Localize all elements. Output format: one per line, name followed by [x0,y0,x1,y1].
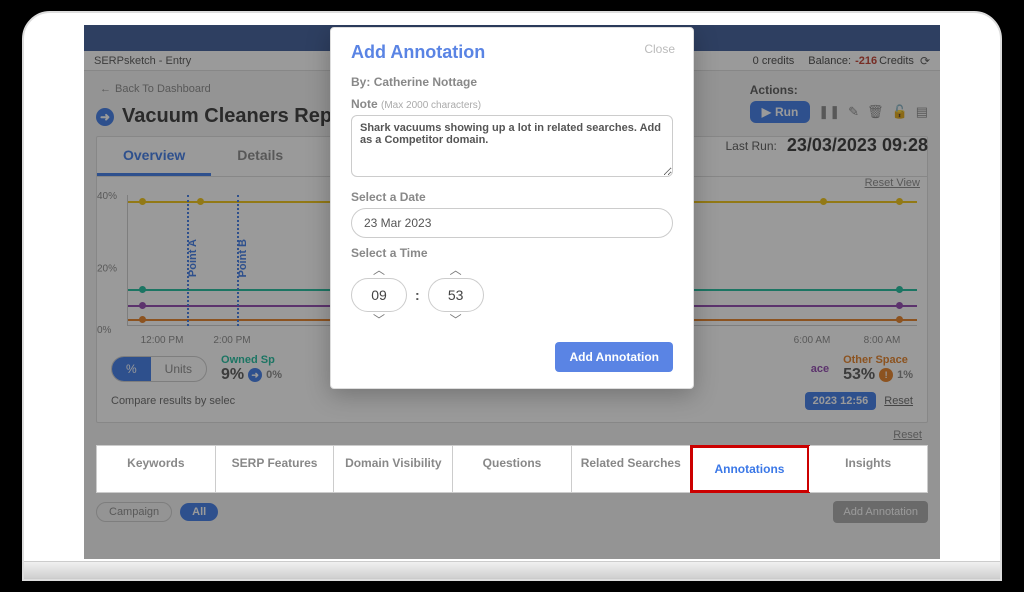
toggle-percent[interactable]: % [112,357,151,381]
trash-icon[interactable]: 🗑 [867,104,884,120]
btab-serp-features[interactable]: SERP Features [216,446,335,492]
page-bullet-icon: ➜ [96,108,114,126]
by-label: By: [351,75,370,89]
add-annotation-modal: Close Add Annotation By: Catherine Notta… [330,27,694,389]
actions-label: Actions: [750,83,928,97]
app-tag: SERPsketch - Entry [94,55,191,67]
stat-owned-label: Owned Sp [221,354,282,366]
compare-timestamp[interactable]: 2023 12:56 [805,392,877,410]
credits-zero: 0 credits [753,55,795,67]
compare-text: Compare results by selec [111,395,235,407]
back-arrow-icon: ← [100,83,111,95]
pause-icon[interactable]: ❚❚ [818,104,840,120]
note-label: Note [351,97,378,111]
stat-owned-value: 9% [221,366,244,384]
modal-title: Add Annotation [351,42,673,63]
hour-up-icon[interactable]: ︿ [373,264,385,276]
run-button[interactable]: ▶ Run [750,101,811,123]
hour-down-icon[interactable]: ﹀ [373,314,385,326]
note-hint: (Max 2000 characters) [381,100,481,111]
by-value: Catherine Nottage [374,75,477,89]
minute-down-icon[interactable]: ﹀ [450,314,462,326]
balance-label: Balance: [808,55,851,67]
btab-questions[interactable]: Questions [453,446,572,492]
stat-other-label: Other Space [843,354,913,366]
unlock-icon[interactable]: 🔓 [892,104,908,120]
btab-related-searches[interactable]: Related Searches [572,446,691,492]
minute-up-icon[interactable]: ︿ [450,264,462,276]
btab-annotations[interactable]: Annotations [691,446,810,492]
date-input[interactable] [351,208,673,238]
hour-input[interactable]: 09 [351,278,407,312]
filter-campaign[interactable]: Campaign [96,502,172,522]
refresh-icon[interactable]: ⟳ [920,54,930,68]
modal-close[interactable]: Close [644,42,675,56]
trend-down-icon: ! [879,368,893,382]
toggle-units[interactable]: Units [151,357,206,381]
btab-domain-visibility[interactable]: Domain Visibility [334,446,453,492]
archive-icon[interactable]: ▤ [916,104,928,120]
stat-space-label: ace [811,363,829,375]
compare-reset[interactable]: Reset [884,395,913,407]
balance-suffix: Credits [879,55,914,67]
tab-overview[interactable]: Overview [97,137,211,176]
reset-link[interactable]: Reset [96,429,922,441]
stat-other-value: 53% [843,366,875,384]
trend-icon: ➜ [248,368,262,382]
reset-view-link[interactable]: Reset View [865,177,920,189]
marker-point-a: Point A [187,239,199,277]
page-title: Vacuum Cleaners Rep [122,105,332,128]
note-textarea[interactable] [351,115,673,177]
last-run-value: 23/03/2023 09:28 [787,135,928,156]
add-annotation-button-secondary[interactable]: Add Annotation [833,501,928,523]
last-run-label: Last Run: [725,139,776,153]
time-label: Select a Time [351,246,673,260]
filter-all[interactable]: All [180,503,218,521]
add-annotation-submit[interactable]: Add Annotation [555,342,673,372]
btab-insights[interactable]: Insights [809,446,927,492]
date-label: Select a Date [351,190,673,204]
play-icon: ▶ [762,105,771,119]
unit-toggle[interactable]: % Units [111,356,207,382]
minute-input[interactable]: 53 [428,278,484,312]
marker-point-b: Point B [237,239,249,278]
edit-icon[interactable]: ✎ [848,104,859,120]
tab-details[interactable]: Details [211,137,309,176]
balance-value: -216 [855,55,877,67]
btab-keywords[interactable]: Keywords [97,446,216,492]
